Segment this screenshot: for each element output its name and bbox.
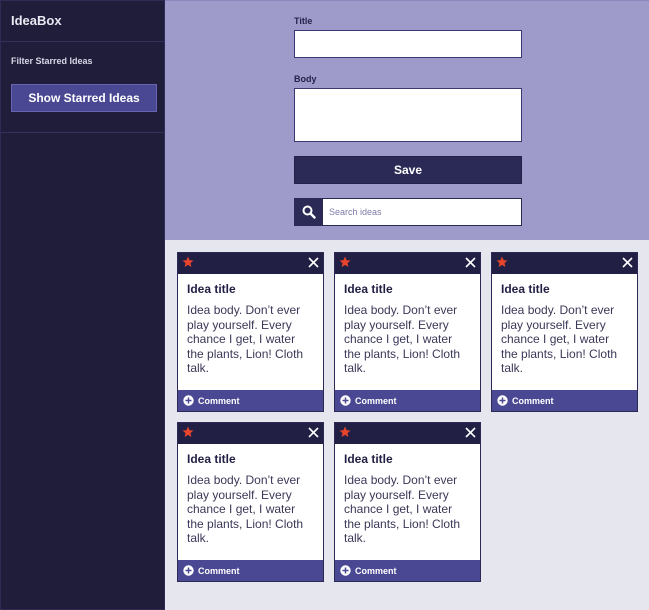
comment-button[interactable]: Comment <box>178 560 323 581</box>
card-body: Idea title Idea body. Don’t ever play yo… <box>335 444 480 560</box>
card-text: Idea body. Don’t ever play yourself. Eve… <box>501 303 618 375</box>
add-comment-icon <box>340 565 351 576</box>
card-text: Idea body. Don’t ever play yourself. Eve… <box>187 303 304 375</box>
card-body: Idea title Idea body. Don’t ever play yo… <box>178 274 323 390</box>
filter-section: Filter Starred Ideas Show Starred Ideas <box>1 42 164 133</box>
add-comment-icon <box>497 395 508 406</box>
comment-label: Comment <box>512 395 554 406</box>
idea-card: Idea title Idea body. Don’t ever play yo… <box>491 252 638 412</box>
comment-button[interactable]: Comment <box>335 390 480 411</box>
idea-card: Idea title Idea body. Don’t ever play yo… <box>334 252 481 412</box>
idea-card: Idea title Idea body. Don’t ever play yo… <box>177 252 324 412</box>
card-header <box>335 423 480 444</box>
title-label: Title <box>294 16 313 26</box>
card-body: Idea title Idea body. Don’t ever play yo… <box>335 274 480 390</box>
sidebar: IdeaBox Filter Starred Ideas Show Starre… <box>0 0 165 610</box>
idea-card: Idea title Idea body. Don’t ever play yo… <box>177 422 324 582</box>
card-title: Idea title <box>187 282 236 296</box>
title-input[interactable] <box>294 30 522 58</box>
close-icon[interactable] <box>308 255 319 273</box>
card-header <box>178 423 323 444</box>
close-icon[interactable] <box>622 255 633 273</box>
show-starred-button[interactable]: Show Starred Ideas <box>11 84 157 112</box>
add-comment-icon <box>183 395 194 406</box>
app-title: IdeaBox <box>1 1 164 42</box>
comment-label: Comment <box>355 565 397 576</box>
star-icon[interactable] <box>182 425 194 443</box>
close-icon[interactable] <box>465 255 476 273</box>
search-input[interactable] <box>323 199 521 225</box>
star-icon[interactable] <box>339 425 351 443</box>
comment-button[interactable]: Comment <box>178 390 323 411</box>
card-header <box>492 253 637 274</box>
search-bar <box>294 198 522 226</box>
search-icon[interactable] <box>295 199 323 225</box>
card-text: Idea body. Don’t ever play yourself. Eve… <box>344 473 461 545</box>
filter-label: Filter Starred Ideas <box>11 56 93 66</box>
add-comment-icon <box>340 395 351 406</box>
body-label: Body <box>294 74 317 84</box>
card-body: Idea title Idea body. Don’t ever play yo… <box>492 274 637 390</box>
idea-form: Title Body Save <box>165 0 649 240</box>
idea-card: Idea title Idea body. Don’t ever play yo… <box>334 422 481 582</box>
card-body: Idea title Idea body. Don’t ever play yo… <box>178 444 323 560</box>
comment-label: Comment <box>355 395 397 406</box>
card-title: Idea title <box>344 282 393 296</box>
body-input[interactable] <box>294 88 522 142</box>
comment-label: Comment <box>198 565 240 576</box>
card-title: Idea title <box>187 452 236 466</box>
star-icon[interactable] <box>496 255 508 273</box>
star-icon[interactable] <box>182 255 194 273</box>
comment-button[interactable]: Comment <box>492 390 637 411</box>
close-icon[interactable] <box>465 425 476 443</box>
card-title: Idea title <box>501 282 550 296</box>
card-header <box>178 253 323 274</box>
card-text: Idea body. Don’t ever play yourself. Eve… <box>344 303 461 375</box>
card-title: Idea title <box>344 452 393 466</box>
close-icon[interactable] <box>308 425 319 443</box>
comment-label: Comment <box>198 395 240 406</box>
star-icon[interactable] <box>339 255 351 273</box>
comment-button[interactable]: Comment <box>335 560 480 581</box>
card-header <box>335 253 480 274</box>
add-comment-icon <box>183 565 194 576</box>
save-button[interactable]: Save <box>294 156 522 184</box>
card-text: Idea body. Don’t ever play yourself. Eve… <box>187 473 304 545</box>
